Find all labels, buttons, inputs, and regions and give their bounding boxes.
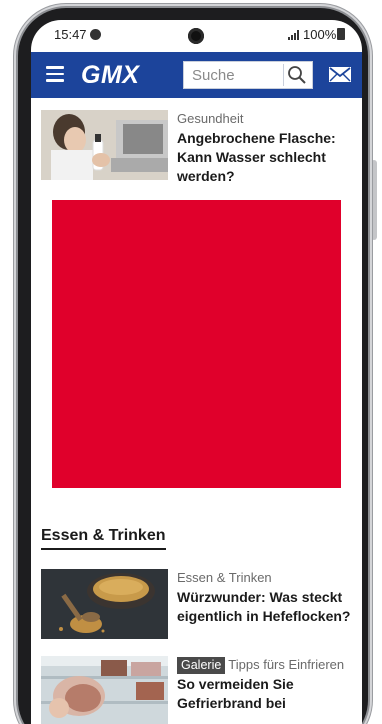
- article-category: Gesundheit: [177, 111, 244, 126]
- signal-icon: [288, 30, 299, 40]
- article-title[interactable]: Würzwunder: Was steckt eigentlich in Hef…: [177, 588, 352, 626]
- article-title[interactable]: Angebrochene Flasche: Kann Wasser schlec…: [177, 129, 352, 186]
- search-icon[interactable]: [287, 65, 307, 85]
- article-category: Essen & Trinken: [177, 570, 272, 585]
- article-title[interactable]: So vermeiden Sie Gefrierbrand bei: [177, 675, 352, 713]
- gmx-logo[interactable]: GMX: [81, 61, 139, 90]
- status-time: 15:47: [54, 27, 87, 42]
- notification-icon: [90, 29, 101, 40]
- article-image[interactable]: [41, 569, 168, 639]
- mail-icon[interactable]: [329, 67, 351, 82]
- article-teaser[interactable]: Gesundheit Angebrochene Flasche: Kann Wa…: [41, 110, 352, 190]
- phone-screen: 15:47 100% GMX Suche Gesundheit Angebroc…: [31, 20, 362, 724]
- menu-icon[interactable]: [46, 66, 64, 82]
- search-box: [183, 61, 313, 89]
- section-heading[interactable]: Essen & Trinken: [41, 527, 166, 550]
- battery-percentage: 100%: [303, 27, 337, 42]
- article-image[interactable]: [41, 110, 168, 180]
- phone-power-button: [371, 160, 377, 240]
- site-header: GMX: [31, 52, 362, 98]
- search-divider: [283, 64, 284, 86]
- status-bar: 15:47 100%: [31, 20, 362, 50]
- ad-placeholder[interactable]: [52, 200, 341, 488]
- article-category-line: Galerie Tipps fürs Einfrieren: [177, 656, 352, 674]
- battery-icon: [337, 28, 345, 40]
- front-camera: [188, 28, 204, 44]
- search-input[interactable]: [184, 62, 284, 88]
- gallery-badge: Galerie: [177, 657, 226, 674]
- article-teaser[interactable]: Galerie Tipps fürs Einfrieren So vermeide…: [41, 656, 352, 724]
- article-category: Tipps fürs Einfrieren: [228, 657, 345, 672]
- article-image[interactable]: [41, 656, 168, 724]
- article-teaser[interactable]: Essen & Trinken Würzwunder: Was steckt e…: [41, 569, 352, 641]
